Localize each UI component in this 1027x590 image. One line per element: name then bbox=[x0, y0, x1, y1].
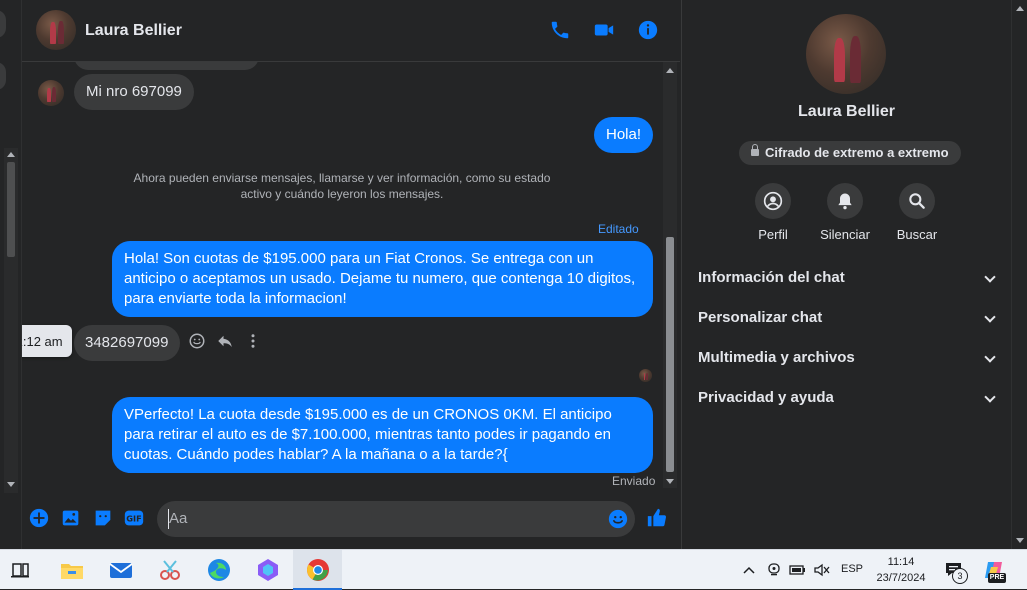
chat-details-panel: Laura Bellier Cifrado de extremo a extre… bbox=[681, 0, 1010, 549]
volume-muted-icon[interactable] bbox=[813, 562, 831, 578]
notification-count-badge: 3 bbox=[952, 568, 968, 584]
task-view-icon[interactable] bbox=[6, 556, 34, 584]
message-scrollbar[interactable] bbox=[663, 62, 677, 488]
contact-profile-picture[interactable] bbox=[806, 14, 886, 94]
phone-icon[interactable] bbox=[549, 19, 571, 41]
battery-icon[interactable] bbox=[789, 562, 807, 578]
snipping-tool-icon[interactable] bbox=[156, 556, 184, 584]
scroll-down-arrow-icon[interactable] bbox=[1016, 538, 1024, 543]
emoji-icon[interactable] bbox=[607, 508, 629, 530]
section-media-files[interactable]: Multimedia y archivos bbox=[698, 349, 998, 373]
message-status: Enviado bbox=[612, 474, 656, 488]
message-input-placeholder: Aa bbox=[169, 510, 188, 527]
svg-text:GIF: GIF bbox=[126, 514, 141, 524]
incoming-message[interactable]: 3482697099 bbox=[74, 325, 181, 361]
contact-name-large: Laura Bellier bbox=[798, 103, 895, 120]
composer-bar: GIF Aa bbox=[22, 494, 680, 549]
file-explorer-icon[interactable] bbox=[58, 556, 86, 584]
contact-name[interactable]: Laura Bellier bbox=[85, 22, 182, 40]
chevron-down-icon bbox=[984, 351, 996, 363]
search-icon bbox=[909, 193, 925, 209]
previous-message-fragment bbox=[74, 62, 259, 70]
section-customize-chat[interactable]: Personalizar chat bbox=[698, 309, 998, 333]
conversation-header: Laura Bellier bbox=[22, 0, 680, 62]
section-label: Multimedia y archivos bbox=[698, 349, 855, 366]
section-label: Privacidad y ayuda bbox=[698, 389, 834, 406]
incoming-message[interactable]: Mi nro 697099 bbox=[74, 74, 194, 110]
search-button[interactable]: Buscar bbox=[877, 183, 957, 242]
encryption-badge[interactable]: Cifrado de extremo a extremo bbox=[739, 141, 961, 165]
thumbs-up-icon[interactable] bbox=[646, 507, 668, 529]
sticker-icon[interactable] bbox=[92, 507, 114, 529]
profile-button[interactable]: Perfil bbox=[733, 183, 813, 242]
seen-avatar bbox=[639, 369, 652, 382]
edited-label: Editado bbox=[598, 222, 639, 236]
outgoing-message[interactable]: Hola! Son cuotas de $195.000 para un Fia… bbox=[112, 241, 653, 317]
clock-time: 11:14 bbox=[887, 556, 915, 568]
section-label: Personalizar chat bbox=[698, 309, 823, 326]
page-scrollbar[interactable] bbox=[1011, 0, 1027, 549]
chevron-down-icon bbox=[984, 271, 996, 283]
scroll-up-arrow-icon[interactable] bbox=[7, 152, 15, 157]
gif-icon[interactable]: GIF bbox=[123, 507, 145, 529]
outgoing-message[interactable]: VPerfecto! La cuota desde $195.000 es de… bbox=[112, 397, 653, 473]
lock-icon bbox=[751, 144, 759, 156]
chat-list-item-edge[interactable] bbox=[0, 10, 6, 38]
keyboard-language[interactable]: ESP bbox=[841, 563, 863, 575]
message-list[interactable]: Mi nro 697099 Hola! Ahora pueden enviars… bbox=[22, 62, 666, 494]
profile-label: Perfil bbox=[758, 227, 788, 242]
chat-list-edge bbox=[0, 0, 22, 549]
chat-list-scrollbar[interactable] bbox=[4, 148, 18, 493]
scroll-up-arrow-icon[interactable] bbox=[1016, 6, 1024, 11]
chat-list-scroll-thumb[interactable] bbox=[7, 162, 15, 257]
bell-icon bbox=[838, 193, 852, 210]
message-input[interactable]: Aa bbox=[157, 501, 635, 537]
video-call-icon[interactable] bbox=[593, 19, 615, 41]
section-privacy-help[interactable]: Privacidad y ayuda bbox=[698, 389, 998, 413]
clock-date: 23/7/2024 bbox=[876, 572, 926, 584]
contact-avatar[interactable] bbox=[36, 10, 76, 50]
sender-avatar[interactable] bbox=[38, 80, 64, 106]
chevron-up-icon[interactable] bbox=[742, 564, 756, 576]
chevron-down-icon bbox=[984, 391, 996, 403]
preview-badge: PRE bbox=[988, 573, 1006, 583]
react-emoji-icon[interactable] bbox=[188, 332, 206, 350]
gallery-icon[interactable] bbox=[60, 507, 82, 529]
chat-list-item-edge[interactable] bbox=[0, 62, 6, 90]
scroll-up-arrow-icon[interactable] bbox=[666, 68, 674, 73]
message-scroll-thumb[interactable] bbox=[666, 237, 674, 472]
system-notice: Ahora pueden enviarse mensajes, llamarse… bbox=[133, 171, 551, 201]
messenger-window: Laura Bellier Mi nro 697099 Hola! Ahora … bbox=[0, 0, 1027, 549]
outgoing-message[interactable]: Hola! bbox=[594, 117, 654, 153]
reply-icon[interactable] bbox=[216, 332, 234, 350]
chevron-down-icon bbox=[984, 311, 996, 323]
user-icon bbox=[763, 191, 783, 211]
more-options-icon[interactable] bbox=[244, 332, 262, 350]
section-chat-info[interactable]: Información del chat bbox=[698, 269, 998, 293]
windows-taskbar: ESP 11:14 23/7/2024 3 PRE bbox=[0, 549, 1027, 590]
info-icon[interactable] bbox=[637, 19, 659, 41]
system-clock[interactable]: 11:14 23/7/2024 bbox=[868, 554, 934, 586]
section-label: Información del chat bbox=[698, 269, 845, 286]
mail-icon[interactable] bbox=[107, 556, 135, 584]
edge-browser-icon[interactable] bbox=[205, 556, 233, 584]
scroll-down-arrow-icon[interactable] bbox=[7, 482, 15, 487]
message-time-tooltip: 11:12 am bbox=[22, 325, 72, 357]
chrome-browser-icon[interactable] bbox=[304, 556, 332, 584]
conversation-panel: Laura Bellier Mi nro 697099 Hola! Ahora … bbox=[22, 0, 680, 549]
webcam-icon[interactable] bbox=[766, 562, 782, 578]
mute-label: Silenciar bbox=[820, 227, 870, 242]
mute-button[interactable]: Silenciar bbox=[805, 183, 885, 242]
plus-icon[interactable] bbox=[28, 507, 50, 529]
search-label: Buscar bbox=[896, 227, 938, 242]
copilot-app-icon[interactable] bbox=[254, 556, 282, 584]
encryption-label: Cifrado de extremo a extremo bbox=[765, 145, 949, 160]
scroll-down-arrow-icon[interactable] bbox=[666, 479, 674, 484]
